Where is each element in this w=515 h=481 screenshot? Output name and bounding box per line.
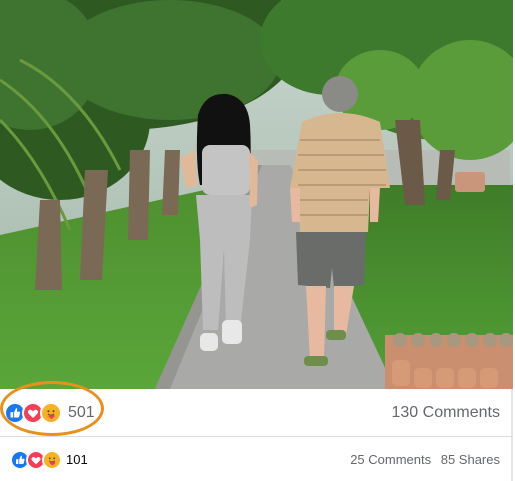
post-card: 501 130 Comments 101 25 Comments 85 Shar… (0, 0, 513, 481)
reaction-count[interactable]: 101 (66, 452, 88, 467)
reaction-icons[interactable] (4, 401, 62, 424)
reaction-icons[interactable] (10, 449, 62, 470)
reactions-bar-primary: 501 130 Comments (0, 389, 513, 437)
shares-count[interactable]: 85 Shares (441, 452, 500, 467)
reactions-bar-secondary: 101 25 Comments 85 Shares (0, 438, 513, 481)
post-photo[interactable] (0, 0, 513, 389)
comments-count[interactable]: 25 Comments (350, 452, 431, 467)
reaction-count[interactable]: 501 (68, 404, 95, 422)
engagement-meta: 25 Comments 85 Shares (350, 452, 500, 467)
comments-count[interactable]: 130 Comments (392, 404, 501, 422)
care-icon (40, 401, 62, 424)
care-icon (42, 449, 62, 470)
